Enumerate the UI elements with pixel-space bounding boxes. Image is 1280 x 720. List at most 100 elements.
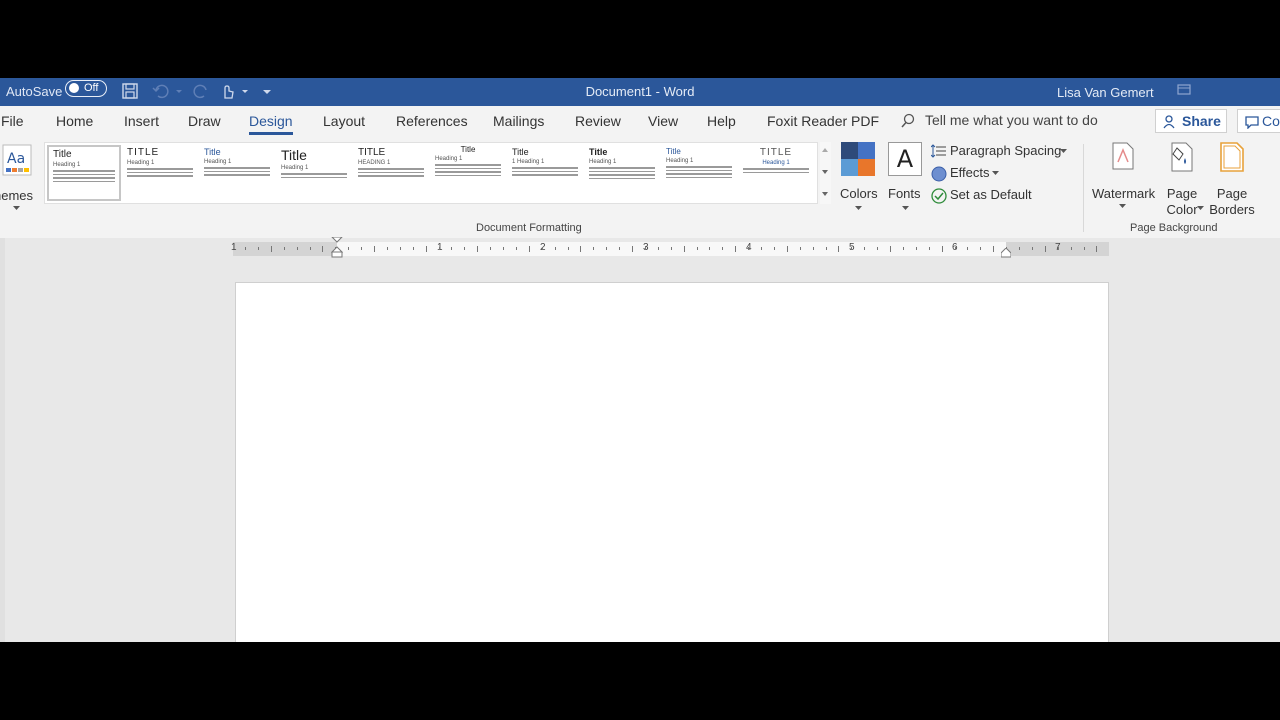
ribbon-tabs: File Home Insert Draw Design Layout Refe… bbox=[0, 106, 1280, 136]
tab-draw[interactable]: Draw bbox=[188, 113, 221, 129]
ruler-tick bbox=[722, 247, 724, 250]
comments-label: Co bbox=[1262, 113, 1280, 129]
ruler-tick bbox=[464, 247, 466, 250]
themes-icon: Aa bbox=[2, 144, 32, 176]
ruler-tick bbox=[593, 247, 595, 250]
tab-design[interactable]: Design bbox=[249, 113, 293, 135]
ruler-tick bbox=[748, 247, 750, 250]
fonts-icon: A bbox=[888, 142, 922, 176]
style-set-thumbnail[interactable]: TITLE Heading 1 bbox=[123, 145, 197, 201]
comments-button[interactable]: Co bbox=[1237, 109, 1280, 133]
tab-insert[interactable]: Insert bbox=[124, 113, 159, 129]
page-borders-button[interactable]: Page Borders bbox=[1208, 142, 1256, 222]
indent-marker-icon[interactable] bbox=[331, 237, 343, 259]
scroll-down-icon[interactable] bbox=[822, 170, 828, 174]
style-title: TITLE bbox=[127, 147, 160, 158]
ruler-tick bbox=[683, 246, 685, 252]
gallery-scrollbar[interactable] bbox=[820, 142, 831, 204]
user-name[interactable]: Lisa Van Gemert bbox=[1057, 85, 1154, 100]
tab-references[interactable]: References bbox=[396, 113, 468, 129]
ruler-tick bbox=[1031, 247, 1033, 250]
style-title: Title bbox=[53, 149, 72, 160]
style-set-thumbnail[interactable]: Title Heading 1 bbox=[585, 145, 659, 201]
ruler-tick bbox=[1044, 246, 1046, 252]
style-title: TITLE bbox=[759, 147, 793, 158]
style-heading: Heading 1 bbox=[762, 160, 790, 166]
gallery-more-icon[interactable] bbox=[822, 192, 828, 196]
ruler-tick bbox=[296, 247, 298, 250]
tab-review[interactable]: Review bbox=[575, 113, 621, 129]
page-borders-label: Page Borders bbox=[1208, 186, 1256, 218]
group-separator bbox=[1083, 144, 1084, 232]
style-set-thumbnail[interactable]: Title Heading 1 bbox=[200, 145, 274, 201]
page-color-button[interactable]: Page Color bbox=[1160, 142, 1204, 222]
tell-me-text: Tell me what you want to do bbox=[925, 112, 1098, 128]
style-heading: Heading 1 bbox=[127, 160, 155, 166]
ruler-tick bbox=[993, 246, 995, 252]
ruler-tick bbox=[270, 246, 272, 252]
style-set-thumbnail[interactable]: Title Heading 1 bbox=[47, 145, 121, 201]
tab-view[interactable]: View bbox=[648, 113, 678, 129]
style-title: TITLE bbox=[358, 147, 386, 158]
ruler-tick bbox=[412, 247, 414, 250]
tab-file[interactable]: File bbox=[1, 113, 24, 129]
ruler-tick bbox=[606, 247, 608, 250]
ruler-tick bbox=[761, 247, 762, 250]
tab-foxit-reader-pdf[interactable]: Foxit Reader PDF bbox=[767, 113, 879, 129]
ruler-tick bbox=[864, 247, 866, 250]
ruler-tick bbox=[1083, 247, 1085, 250]
ruler-tick bbox=[322, 246, 324, 252]
themes-label: hemes bbox=[0, 188, 34, 203]
scroll-up-icon[interactable] bbox=[822, 148, 828, 152]
ruler-tick bbox=[245, 247, 246, 250]
right-indent-marker-icon[interactable] bbox=[1001, 248, 1011, 258]
ruler-tick bbox=[1070, 247, 1072, 250]
page-color-dropdown-icon bbox=[1197, 206, 1204, 210]
ruler-tick bbox=[438, 247, 440, 250]
ruler-tick bbox=[283, 247, 285, 250]
ruler-tick bbox=[954, 247, 956, 250]
themes-button[interactable]: Aa hemes bbox=[0, 144, 42, 214]
fonts-button[interactable]: A Fonts bbox=[886, 142, 926, 212]
ruler-tick bbox=[915, 247, 917, 250]
themes-dropdown-icon bbox=[13, 206, 20, 210]
fonts-dropdown-icon bbox=[902, 206, 909, 210]
design-ribbon: Aa hemes Title Heading 1 TITLE Hea bbox=[0, 136, 1280, 239]
ruler-tick bbox=[696, 247, 698, 250]
paragraph-spacing-dropdown-icon bbox=[1060, 149, 1067, 153]
document-page[interactable] bbox=[235, 282, 1109, 642]
page-borders-label-line2: Borders bbox=[1209, 202, 1255, 217]
style-set-gallery: Title Heading 1 TITLE Heading 1 Title He… bbox=[44, 142, 818, 204]
ruler-tick bbox=[1096, 246, 1098, 252]
ruler-tick bbox=[528, 246, 530, 252]
tab-home[interactable]: Home bbox=[56, 113, 93, 129]
watermark-button[interactable]: Watermark bbox=[1092, 142, 1156, 222]
fonts-label: Fonts bbox=[888, 186, 921, 201]
style-set-thumbnail[interactable]: TITLE Heading 1 bbox=[739, 145, 813, 201]
effects-label: Effects bbox=[950, 165, 990, 180]
style-title: Title bbox=[512, 147, 529, 157]
style-title: Title bbox=[460, 145, 476, 154]
lightbulb-search-icon bbox=[901, 113, 915, 128]
colors-icon bbox=[841, 142, 875, 176]
share-button[interactable]: Share bbox=[1155, 109, 1227, 133]
style-set-thumbnail[interactable]: Title Heading 1 bbox=[277, 145, 351, 201]
ribbon-display-icon[interactable] bbox=[1176, 82, 1192, 96]
page-color-icon bbox=[1171, 142, 1193, 172]
ruler-tick bbox=[980, 247, 982, 250]
tab-layout[interactable]: Layout bbox=[323, 113, 365, 129]
colors-dropdown-icon bbox=[855, 206, 862, 210]
ruler-tick bbox=[515, 247, 517, 250]
ruler-tick bbox=[928, 247, 930, 250]
style-heading: HEADING 1 bbox=[358, 160, 391, 166]
colors-button[interactable]: Colors bbox=[838, 142, 878, 212]
tab-help[interactable]: Help bbox=[707, 113, 736, 129]
style-set-thumbnail[interactable]: Title Heading 1 bbox=[662, 145, 736, 201]
tab-mailings[interactable]: Mailings bbox=[493, 113, 544, 129]
style-set-thumbnail[interactable]: TITLE HEADING 1 bbox=[354, 145, 428, 201]
style-title: Title bbox=[589, 147, 608, 157]
horizontal-ruler[interactable]: 1 1 2 3 4 5 6 7 bbox=[231, 237, 1109, 258]
watermark-label: Watermark bbox=[1092, 186, 1156, 201]
style-set-thumbnail[interactable]: Title 1 Heading 1 bbox=[508, 145, 582, 201]
style-set-thumbnail[interactable]: Title Heading 1 bbox=[431, 145, 505, 201]
